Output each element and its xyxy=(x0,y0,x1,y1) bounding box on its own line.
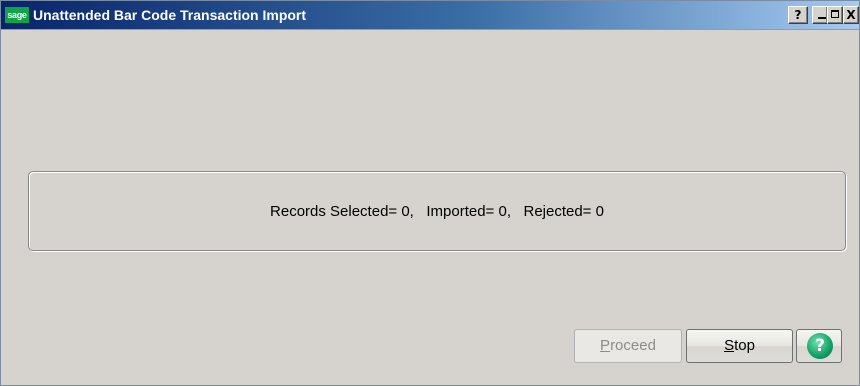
stop-button[interactable]: Stop xyxy=(686,329,793,363)
proceed-label: roceed xyxy=(610,337,656,354)
window-title: Unattended Bar Code Transaction Import xyxy=(33,7,307,23)
records-status-text: Records Selected= 0, Imported= 0, Reject… xyxy=(270,203,604,220)
sage-logo: sage xyxy=(5,7,29,23)
stop-label: top xyxy=(734,337,755,354)
window-content: Records Selected= 0, Imported= 0, Reject… xyxy=(1,30,859,385)
proceed-button[interactable]: Proceed xyxy=(574,329,682,363)
import-window: sage Unattended Bar Code Transaction Imp… xyxy=(0,0,860,386)
minimize-button[interactable] xyxy=(812,6,828,24)
help-circle-icon: ? xyxy=(807,333,833,359)
title-bar[interactable]: sage Unattended Bar Code Transaction Imp… xyxy=(1,1,859,30)
stop-accel-key: S xyxy=(724,337,735,354)
minimize-icon xyxy=(818,17,826,19)
maximize-icon xyxy=(831,10,839,18)
help-button[interactable]: ? xyxy=(796,329,842,363)
titlebar-help-button[interactable]: ? xyxy=(788,6,808,24)
close-button[interactable]: X xyxy=(843,6,859,24)
close-icon: X xyxy=(846,8,856,22)
question-icon: ? xyxy=(794,8,802,22)
status-panel: Records Selected= 0, Imported= 0, Reject… xyxy=(28,171,846,251)
proceed-accel-key: P xyxy=(600,337,611,354)
maximize-button[interactable] xyxy=(827,6,843,24)
